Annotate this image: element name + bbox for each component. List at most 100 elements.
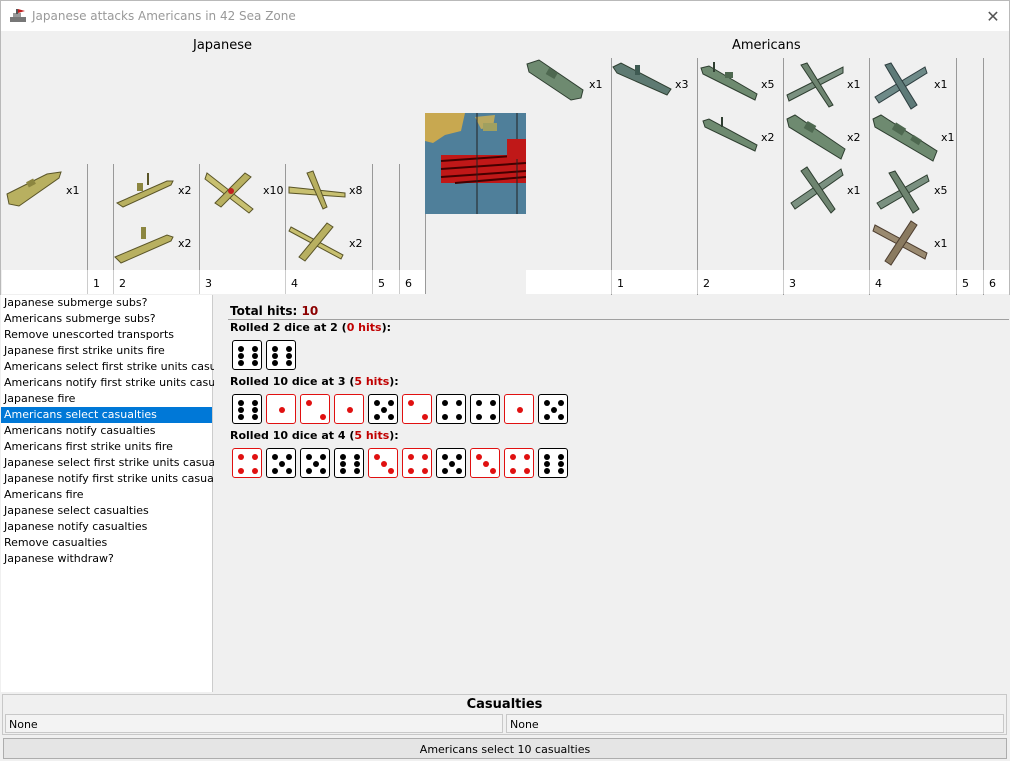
- die-pip: [272, 346, 278, 352]
- battle-steps-list[interactable]: Japanese submerge subs? Americans submerg…: [1, 295, 246, 692]
- unit-count: x1: [589, 78, 603, 91]
- roll-label: Rolled 10 dice at 4 (5 hits):: [230, 429, 399, 442]
- battle-step-item[interactable]: Japanese fire: [1, 391, 212, 407]
- fighter-icon: [874, 62, 928, 110]
- battle-step-item[interactable]: Americans first strike units fire: [1, 439, 212, 455]
- battle-step-item[interactable]: Americans notify first strike units casu…: [1, 375, 245, 391]
- column-divider: [956, 58, 957, 295]
- die-pip: [408, 454, 414, 460]
- die-pip: [252, 414, 258, 420]
- battle-step-item[interactable]: Japanese select first strike units casua…: [1, 455, 238, 471]
- column-number: 4: [285, 270, 372, 294]
- battle-step-item[interactable]: Americans select first strike units casu…: [1, 359, 246, 375]
- battle-step-item[interactable]: Remove casualties: [1, 535, 212, 551]
- battle-flag-icon: [10, 9, 26, 22]
- die-pip: [381, 461, 387, 467]
- battle-step-item[interactable]: Japanese notify casualties: [1, 519, 212, 535]
- japanese-transport[interactable]: [3, 162, 63, 214]
- die-pip: [456, 454, 462, 460]
- die-pip: [238, 346, 244, 352]
- battle-step-item[interactable]: Remove unescorted transports: [1, 327, 212, 343]
- sea-zone-map-image: [425, 113, 526, 214]
- japanese-fighter[interactable]: [201, 163, 259, 217]
- die-pip: [381, 407, 387, 413]
- american-submarine[interactable]: [611, 59, 673, 99]
- roll-label: Rolled 10 dice at 3 (5 hits):: [230, 375, 399, 388]
- die-pip: [388, 468, 394, 474]
- die-pip: [340, 468, 346, 474]
- american-destroyer[interactable]: [699, 58, 759, 106]
- die-pip: [456, 468, 462, 474]
- die-pip: [442, 468, 448, 474]
- unit-count: x2: [178, 237, 192, 250]
- die-pip: [313, 461, 319, 467]
- die-pip: [490, 400, 496, 406]
- japanese-bomber[interactable]: [287, 169, 347, 211]
- unit-count: x1: [847, 78, 861, 91]
- column-number: 2: [113, 270, 199, 294]
- die-pip: [510, 468, 516, 474]
- die-4: [470, 394, 500, 424]
- die-4: [402, 448, 432, 478]
- die-pip: [354, 454, 360, 460]
- unit-count: x5: [934, 184, 948, 197]
- die-pip: [286, 454, 292, 460]
- status-action-button[interactable]: Americans select 10 casualties: [3, 738, 1007, 759]
- dice-row: [232, 394, 568, 424]
- unit-count: x3: [675, 78, 689, 91]
- die-pip: [252, 407, 258, 413]
- tactical-bomber-icon: [288, 222, 344, 262]
- die-pip: [286, 346, 292, 352]
- american-bomber[interactable]: [785, 59, 845, 111]
- battle-step-item[interactable]: Americans notify casualties: [1, 423, 212, 439]
- die-pip: [320, 468, 326, 474]
- battle-step-item[interactable]: Americans select casualties: [1, 407, 212, 423]
- title-bar: Japanese attacks Americans in 42 Sea Zon…: [0, 0, 1010, 31]
- battle-step-item[interactable]: Japanese select casualties: [1, 503, 212, 519]
- die-pip: [558, 468, 564, 474]
- american-fighter[interactable]: [787, 163, 845, 217]
- die-1: [504, 394, 534, 424]
- american-battleship[interactable]: [871, 113, 939, 163]
- american-cruiser[interactable]: [785, 113, 847, 163]
- die-pip: [456, 414, 462, 420]
- battle-step-item[interactable]: Japanese submerge subs?: [1, 295, 212, 311]
- unit-count: x1: [66, 184, 80, 197]
- die-pip: [442, 454, 448, 460]
- die-pip: [449, 461, 455, 467]
- american-destroyer[interactable]: [701, 115, 759, 155]
- battle-step-item[interactable]: Japanese notify first strike units casua…: [1, 471, 237, 487]
- battle-step-item[interactable]: Japanese first strike units fire: [1, 343, 212, 359]
- dice-row: [232, 340, 296, 370]
- total-hits: Total hits: 10: [230, 304, 318, 318]
- american-transport[interactable]: [525, 56, 587, 104]
- unit-count: x2: [761, 131, 775, 144]
- die-pip: [252, 468, 258, 474]
- roll-label-suffix: ):: [389, 429, 399, 442]
- japanese-tactical-bomber[interactable]: [287, 217, 347, 265]
- american-fighter[interactable]: [871, 59, 929, 113]
- die-pip: [374, 454, 380, 460]
- japanese-submarine[interactable]: [113, 219, 175, 265]
- japanese-destroyer[interactable]: [115, 167, 175, 211]
- die-pip: [374, 400, 380, 406]
- close-button[interactable]: ✕: [977, 1, 1009, 31]
- american-fighter[interactable]: [871, 217, 931, 267]
- die-pip: [490, 468, 496, 474]
- roll-hits: 5 hits: [354, 375, 390, 388]
- die-pip: [252, 346, 258, 352]
- die-4: [504, 448, 534, 478]
- american-fighter[interactable]: [873, 167, 931, 217]
- column-number: 1: [611, 270, 697, 294]
- battle-step-item[interactable]: Americans fire: [1, 487, 212, 503]
- unit-count: x2: [349, 237, 363, 250]
- die-pip: [252, 400, 258, 406]
- column-number: 6: [983, 270, 1009, 294]
- battle-step-item[interactable]: Japanese withdraw?: [1, 551, 212, 567]
- die-5: [538, 394, 568, 424]
- die-pip: [286, 360, 292, 366]
- column-number: 5: [372, 270, 399, 294]
- column-number: 4: [869, 270, 956, 294]
- battle-step-item[interactable]: Americans submerge subs?: [1, 311, 212, 327]
- die-pip: [544, 468, 550, 474]
